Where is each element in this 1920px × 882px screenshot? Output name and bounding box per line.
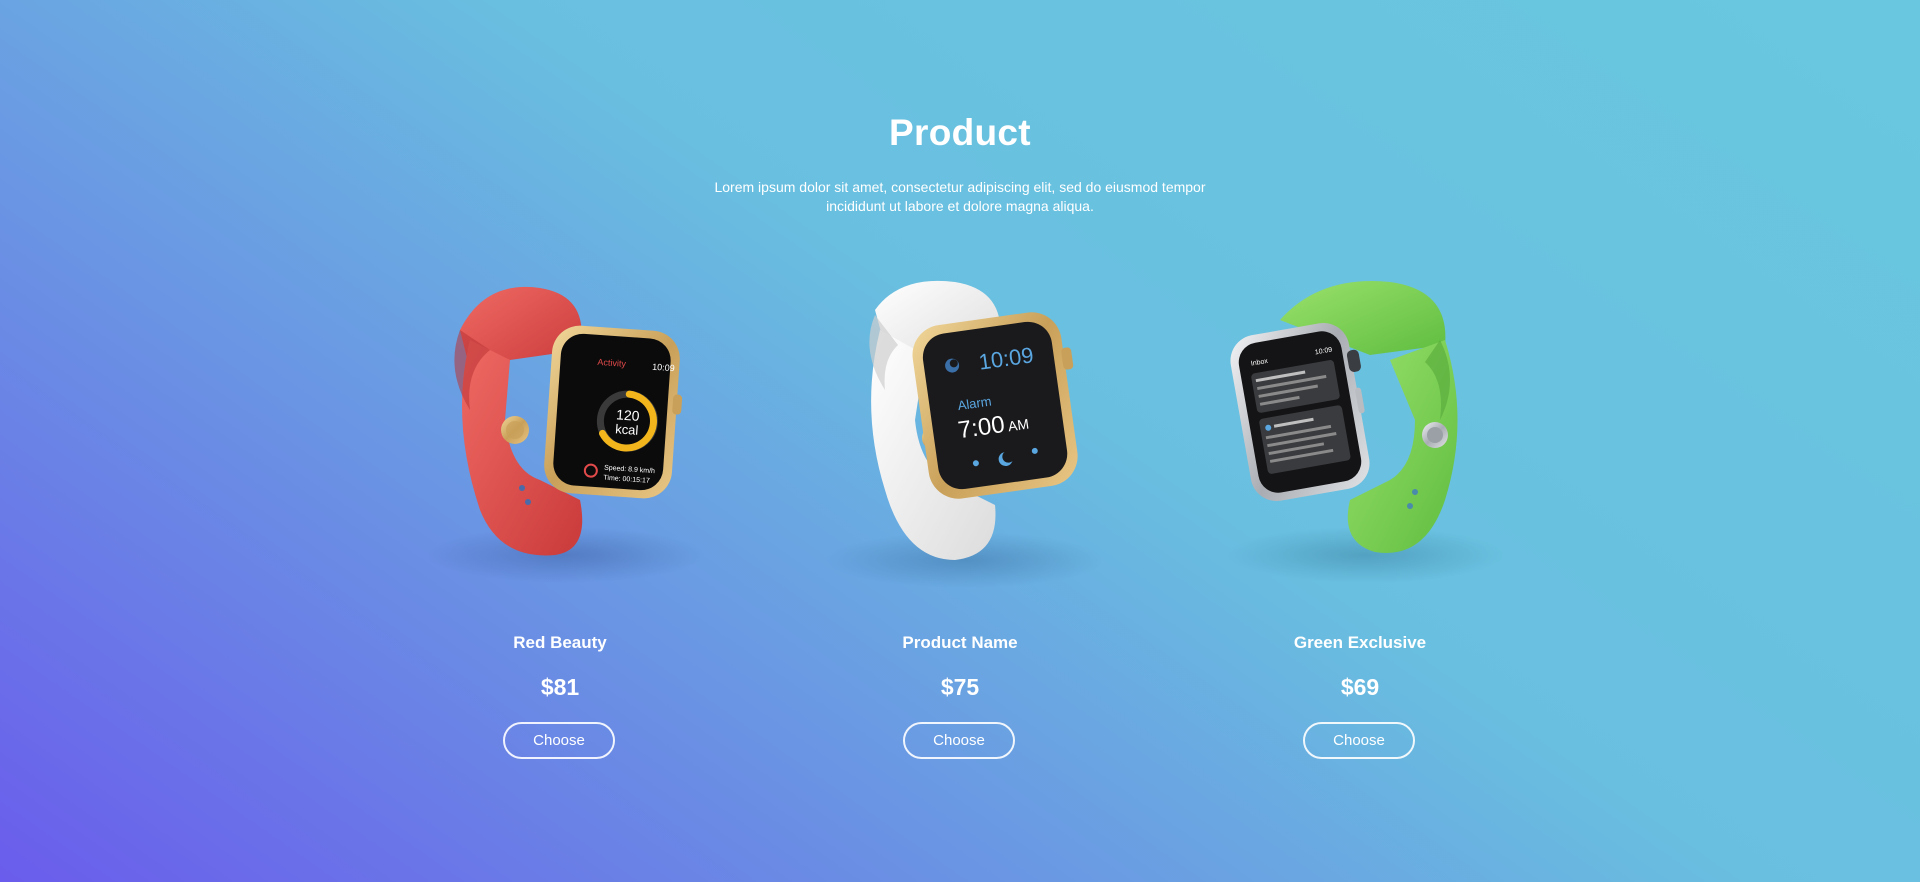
svg-text:10:09: 10:09 bbox=[652, 362, 675, 374]
product-image-white-watch: 10:09 Alarm 7:00 AM bbox=[790, 270, 1130, 600]
choose-button[interactable]: Choose bbox=[903, 722, 1015, 759]
subtitle-line-2: incididunt ut labore et dolore magna ali… bbox=[826, 198, 1094, 214]
product-section: Product Lorem ipsum dolor sit amet, cons… bbox=[0, 0, 1920, 882]
product-name: Product Name bbox=[902, 633, 1018, 652]
page-title: Product bbox=[889, 112, 1031, 153]
product-card-green-exclusive: Inbox 10:09 Green Exclusive $69 Choose bbox=[1190, 270, 1530, 770]
product-price: $81 bbox=[540, 674, 580, 700]
subtitle-line-1: Lorem ipsum dolor sit amet, consectetur … bbox=[714, 179, 1206, 195]
product-price: $75 bbox=[940, 674, 980, 700]
choose-button[interactable]: Choose bbox=[1303, 722, 1415, 759]
choose-button[interactable]: Choose bbox=[503, 722, 615, 759]
product-name: Green Exclusive bbox=[1293, 633, 1427, 652]
product-image-red-watch: Activity 10:09 120 kcal Speed: 8.9 km/h … bbox=[390, 270, 730, 600]
svg-text:kcal: kcal bbox=[615, 421, 639, 438]
product-image-green-watch: Inbox 10:09 bbox=[1190, 270, 1530, 600]
product-card-red-beauty: Activity 10:09 120 kcal Speed: 8.9 km/h … bbox=[390, 270, 730, 770]
product-name: Red Beauty bbox=[513, 633, 607, 652]
product-card-product-name: 10:09 Alarm 7:00 AM Product Name $75 Cho… bbox=[790, 270, 1130, 770]
page-subtitle: Lorem ipsum dolor sit amet, consectetur … bbox=[700, 178, 1220, 216]
svg-text:Activity: Activity bbox=[597, 357, 627, 369]
product-price: $69 bbox=[1340, 674, 1380, 700]
svg-text:AM: AM bbox=[1007, 416, 1030, 435]
